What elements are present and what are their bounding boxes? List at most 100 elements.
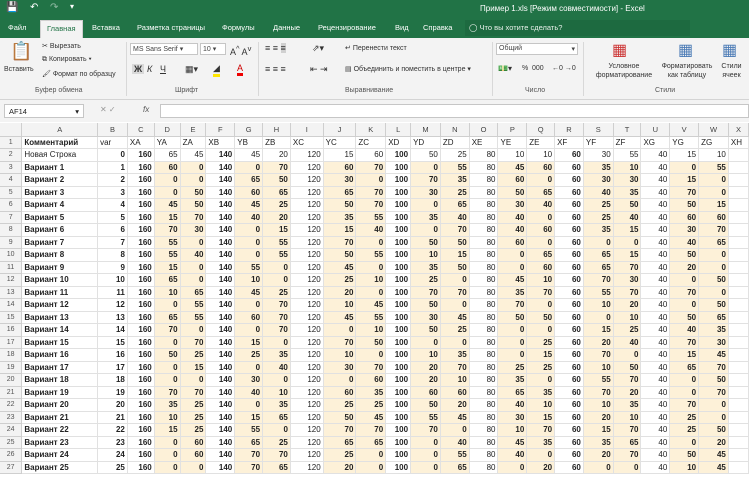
row-header[interactable]: 12	[0, 273, 23, 287]
indent-icons[interactable]: ⇤ ⇥	[310, 64, 328, 75]
value-cell[interactable]: 45	[698, 348, 729, 362]
value-cell[interactable]: 0	[262, 336, 291, 349]
value-cell[interactable]: 65	[154, 273, 181, 287]
value-cell[interactable]: 140	[205, 411, 236, 424]
value-cell[interactable]: 13	[97, 311, 128, 324]
value-cell[interactable]: 45	[355, 411, 387, 424]
column-header-g[interactable]: G	[234, 123, 264, 137]
value-cell[interactable]: 60	[497, 173, 528, 187]
value-cell[interactable]: 50	[323, 248, 357, 262]
value-cell[interactable]: 120	[290, 161, 324, 174]
value-cell[interactable]: 40	[262, 361, 291, 374]
value-cell[interactable]: 140	[205, 273, 236, 287]
value-cell[interactable]: 120	[290, 411, 324, 424]
row-header[interactable]: 23	[0, 411, 23, 424]
value-cell[interactable]: 100	[385, 436, 412, 449]
value-cell[interactable]: 50	[410, 398, 441, 412]
value-cell[interactable]: 60	[554, 448, 584, 462]
value-cell[interactable]: 30	[583, 173, 614, 187]
value-cell[interactable]: 70	[234, 461, 264, 474]
value-cell[interactable]: 30	[583, 148, 614, 162]
value-cell[interactable]: 40	[613, 336, 642, 349]
header-cell[interactable]: var	[97, 136, 128, 149]
empty-cell[interactable]	[728, 273, 749, 287]
value-cell[interactable]: 35	[497, 286, 528, 299]
value-cell[interactable]: 65	[440, 198, 470, 212]
value-cell[interactable]: 30	[410, 311, 441, 324]
value-cell[interactable]: 21	[97, 411, 128, 424]
value-cell[interactable]: 140	[205, 436, 236, 449]
value-cell[interactable]: 70	[497, 298, 528, 312]
value-cell[interactable]: 65	[698, 311, 729, 324]
value-cell[interactable]: 0	[154, 336, 181, 349]
value-cell[interactable]: 0	[583, 236, 614, 249]
value-cell[interactable]: 0	[583, 311, 614, 324]
value-cell[interactable]: 140	[205, 423, 236, 437]
value-cell[interactable]: 60	[234, 186, 264, 199]
comment-cell[interactable]: Вариант 14	[21, 323, 99, 337]
column-header-j[interactable]: J	[323, 123, 357, 137]
value-cell[interactable]: 0	[180, 173, 207, 187]
bold-button[interactable]: Ж	[132, 64, 145, 74]
value-cell[interactable]: 20	[262, 148, 291, 162]
value-cell[interactable]: 65	[323, 436, 357, 449]
value-cell[interactable]: 60	[180, 436, 207, 449]
value-cell[interactable]: 10	[410, 348, 441, 362]
column-header-p[interactable]: P	[497, 123, 528, 137]
value-cell[interactable]: 70	[613, 286, 642, 299]
value-cell[interactable]: 65	[154, 311, 181, 324]
value-cell[interactable]: 50	[410, 148, 441, 162]
name-box[interactable]: AF14 ▾	[4, 104, 84, 118]
value-cell[interactable]: 35	[262, 398, 291, 412]
value-cell[interactable]: 60	[554, 411, 584, 424]
value-cell[interactable]: 35	[613, 398, 642, 412]
value-cell[interactable]: 30	[323, 361, 357, 374]
tab-review[interactable]: Рецензирование	[318, 23, 376, 32]
value-cell[interactable]: 60	[554, 423, 584, 437]
value-cell[interactable]: 0	[410, 198, 441, 212]
italic-button[interactable]: К	[147, 64, 152, 74]
value-cell[interactable]: 0	[154, 361, 181, 374]
value-cell[interactable]: 65	[583, 248, 614, 262]
value-cell[interactable]: 40	[640, 336, 671, 349]
value-cell[interactable]: 120	[290, 211, 324, 224]
value-cell[interactable]: 15	[526, 411, 556, 424]
value-cell[interactable]: 50	[698, 373, 729, 387]
value-cell[interactable]: 25	[526, 336, 556, 349]
value-cell[interactable]: 80	[469, 223, 499, 237]
value-cell[interactable]: 0	[355, 236, 387, 249]
value-cell[interactable]: 50	[698, 298, 729, 312]
value-cell[interactable]: 120	[290, 311, 324, 324]
value-cell[interactable]: 100	[385, 198, 412, 212]
value-cell[interactable]: 45	[698, 461, 729, 474]
column-header-c[interactable]: C	[127, 123, 155, 137]
value-cell[interactable]: 25	[180, 348, 207, 362]
value-cell[interactable]: 40	[669, 323, 700, 337]
tab-help[interactable]: Справка	[423, 23, 452, 32]
value-cell[interactable]: 40	[640, 323, 671, 337]
value-cell[interactable]: 10	[497, 423, 528, 437]
value-cell[interactable]: 50	[669, 448, 700, 462]
value-cell[interactable]: 40	[640, 148, 671, 162]
save-icon[interactable]: 💾	[6, 2, 18, 13]
value-cell[interactable]: 50	[613, 198, 642, 212]
value-cell[interactable]: 50	[323, 198, 357, 212]
value-cell[interactable]: 160	[127, 411, 155, 424]
value-cell[interactable]: 0	[154, 448, 181, 462]
value-cell[interactable]: 120	[290, 248, 324, 262]
value-cell[interactable]: 70	[262, 298, 291, 312]
row-header[interactable]: 10	[0, 248, 23, 262]
column-header-s[interactable]: S	[583, 123, 614, 137]
value-cell[interactable]: 40	[640, 186, 671, 199]
value-cell[interactable]: 80	[469, 398, 499, 412]
value-cell[interactable]: 40	[640, 261, 671, 274]
value-cell[interactable]: 10	[262, 386, 291, 399]
value-cell[interactable]: 0	[497, 461, 528, 474]
value-cell[interactable]: 55	[262, 236, 291, 249]
value-cell[interactable]: 60	[554, 173, 584, 187]
value-cell[interactable]: 50	[355, 336, 387, 349]
value-cell[interactable]: 15	[323, 223, 357, 237]
value-cell[interactable]: 120	[290, 223, 324, 237]
value-cell[interactable]: 15	[526, 348, 556, 362]
value-cell[interactable]: 140	[205, 198, 236, 212]
